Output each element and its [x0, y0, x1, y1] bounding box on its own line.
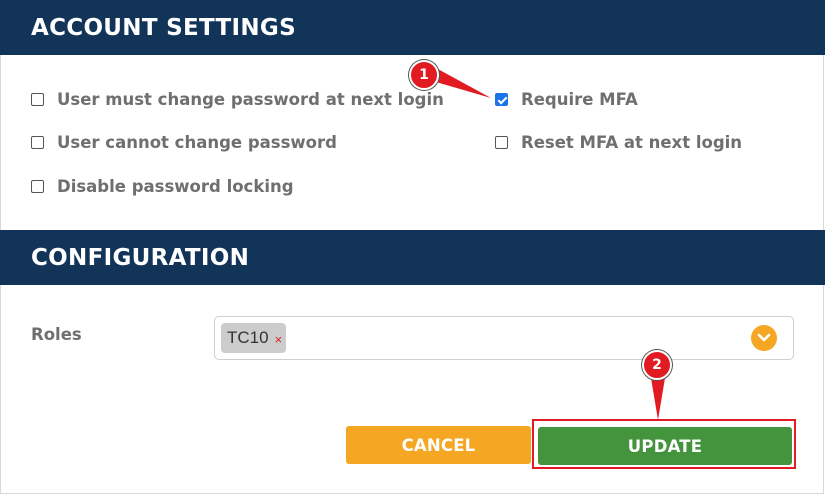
callout-2-badge: 2 — [642, 350, 672, 380]
callout-2-arrow — [651, 378, 665, 420]
callout-1-badge: 1 — [409, 60, 439, 90]
callout-1-arrow — [436, 68, 491, 98]
